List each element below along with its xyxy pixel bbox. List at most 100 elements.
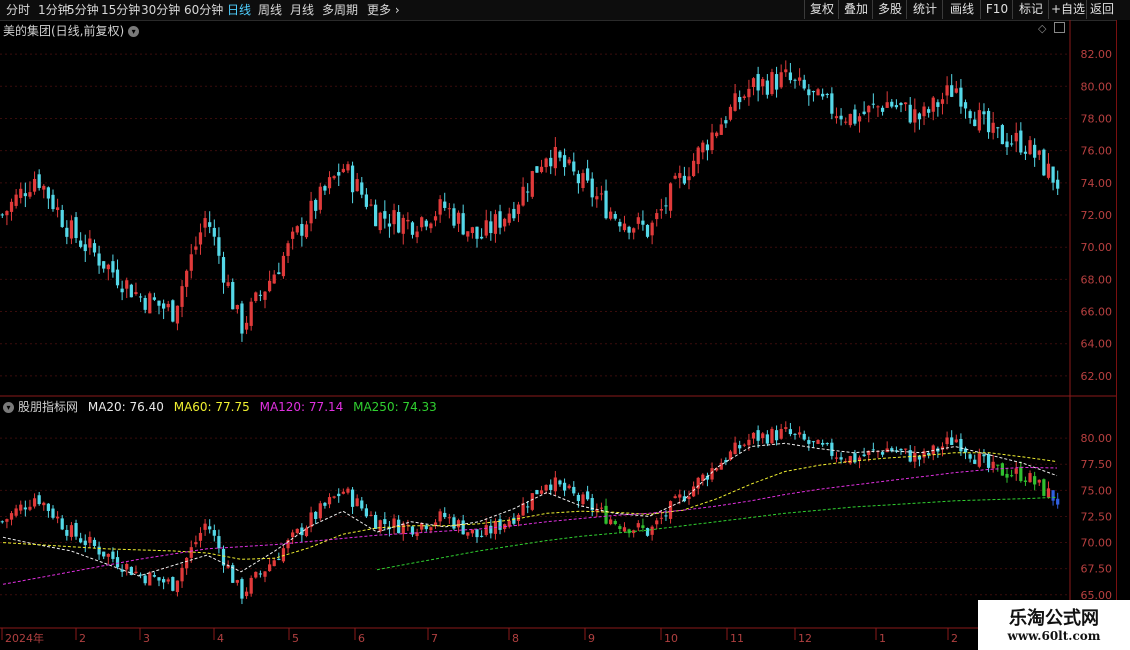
candle-body [323,502,327,506]
candle-body [161,579,166,583]
candle-body [581,173,585,189]
candle-body [770,72,774,95]
candle-body [788,72,793,81]
candle-body [493,214,498,234]
candle-body [258,294,263,296]
candle-body [383,211,387,219]
candle-body [102,261,106,269]
candle-body [880,107,885,112]
candle-body [609,519,613,525]
y-tick-label: 67.50 [1081,563,1113,576]
candle-body [327,497,332,505]
candle-body [899,448,903,451]
candle-body [106,264,110,270]
x-tick-label: 8 [512,632,519,645]
candle-body [572,161,576,172]
candle-body [516,204,521,214]
candle-body [544,484,548,491]
candle-body [784,69,788,73]
pane-borders [0,20,1116,629]
candle-body [443,512,447,518]
candle-body [848,456,852,464]
candle-body [567,485,571,489]
candle-body [521,186,525,206]
ma20-value: MA20: 76.40 [87,400,164,414]
candle-body [903,448,908,450]
candle-body [475,529,479,538]
x-tick-label: 12 [798,632,812,645]
candle-body [0,521,4,523]
candle-body [360,500,364,509]
candle-body [291,532,295,538]
candle-body [217,536,221,549]
candle-body [797,77,802,81]
candle-body [1019,466,1023,482]
candle-body [885,102,889,108]
candle-body [682,175,687,184]
candle-body [263,291,267,300]
side-panel-strip[interactable] [1116,20,1130,650]
candle-body [954,439,958,443]
candle-body [51,194,55,210]
candle-body [968,454,972,459]
candle-body [839,115,843,120]
candle-body [240,579,244,599]
candle-body [295,226,299,233]
x-tick-label: 7 [431,632,438,645]
candle-body [55,516,60,519]
candle-body [1037,150,1041,155]
candle-body [1028,473,1032,483]
candle-body [599,193,604,195]
candle-body [447,208,451,210]
candle-body [1033,476,1037,485]
candle-body [355,498,359,507]
candle-body [198,232,203,245]
candle-body [738,445,742,449]
candles-main [0,60,1060,342]
candle-body [272,274,276,284]
candle-body [811,91,816,93]
candle-body [125,280,129,289]
candle-body [857,116,862,122]
candle-body [668,501,673,519]
candle-body [526,191,530,193]
candle-body [848,113,852,126]
candle-body [821,442,825,445]
candle-body [129,566,133,576]
candle-body [641,220,645,225]
candle-body [862,111,866,114]
candle-body [747,88,751,98]
candle-body [894,105,899,108]
candle-body [544,158,548,168]
candle-body [784,427,788,429]
candle-body [235,304,239,310]
candle-body [166,579,170,582]
candle-body [604,190,608,219]
candle-body [83,540,87,546]
candle-body [433,216,438,221]
candle-body [212,227,216,237]
candle-body [1000,463,1005,476]
candle-body [157,577,161,581]
candle-body [401,523,405,534]
candle-body [890,101,894,107]
candle-body [503,218,507,227]
candle-body [807,440,811,444]
candle-body [14,508,18,516]
x-tick-label: 2024年 [5,631,44,645]
candle-body [456,212,461,224]
candle-body [138,296,143,298]
candle-body [152,297,157,300]
candle-body [304,224,309,238]
x-tick-label: 9 [588,632,595,645]
candle-body [226,282,230,286]
candle-body [23,507,27,510]
candle-body [244,322,249,330]
candle-body [401,217,405,234]
ma60-value: MA60: 77.75 [173,400,250,414]
candle-body [212,530,216,536]
chevron-down-icon[interactable]: ▾ [3,402,14,413]
y-tick-label: 77.50 [1081,458,1113,471]
candle-body [489,221,493,234]
candle-body [217,237,221,256]
